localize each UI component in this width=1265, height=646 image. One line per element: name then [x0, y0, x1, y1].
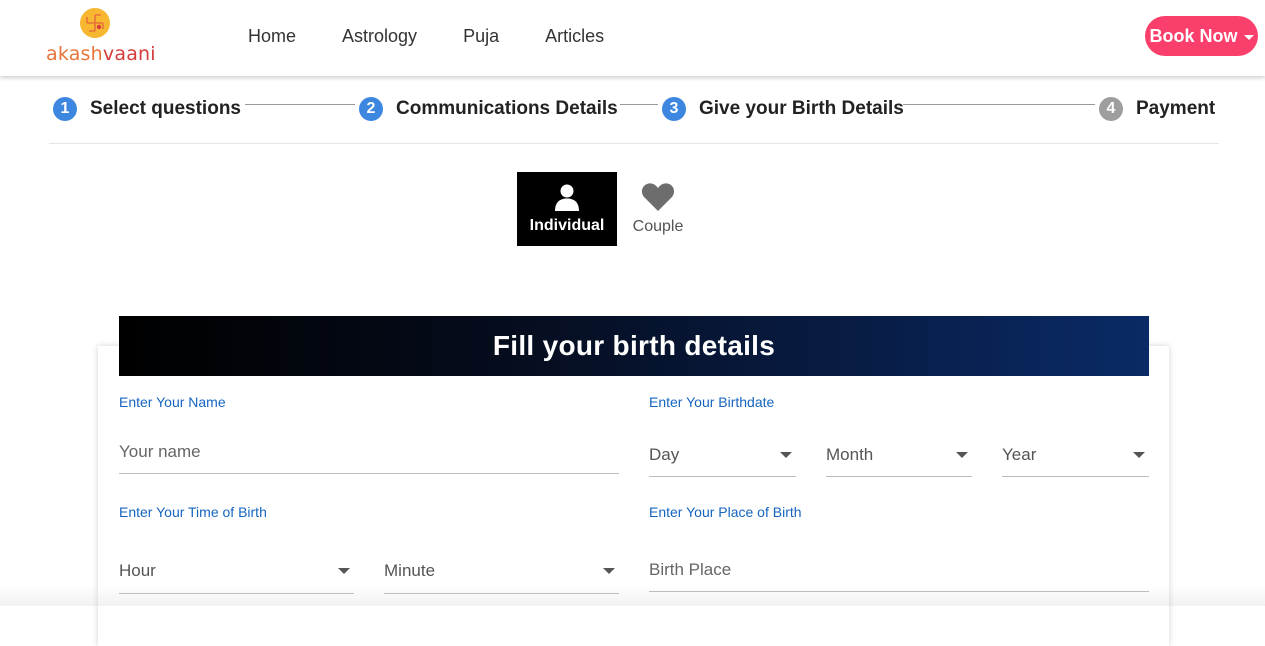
hour-select[interactable]: Hour	[119, 549, 354, 594]
couple-label: Couple	[632, 218, 684, 235]
step-communications-details[interactable]: 2 Communications Details	[359, 97, 618, 121]
step-label: Communications Details	[396, 98, 618, 119]
top-header: akashvaani Home Astrology Puja Articles …	[0, 0, 1265, 76]
step-number: 3	[662, 97, 686, 121]
day-select[interactable]: Day	[649, 433, 796, 477]
couple-toggle[interactable]: Couple	[623, 172, 693, 246]
year-select-value: Year	[1002, 444, 1037, 464]
brand-name-part1: akash	[46, 43, 103, 65]
month-select[interactable]: Month	[826, 433, 972, 477]
step-birth-details[interactable]: 3 Give your Birth Details	[662, 97, 904, 121]
step-number: 1	[53, 97, 77, 121]
step-connector	[620, 104, 658, 105]
brand-name: akashvaani	[46, 43, 156, 65]
brand-name-part2: vaani	[102, 43, 156, 65]
main-nav: Home Astrology Puja Articles	[248, 24, 650, 48]
hour-select-value: Hour	[119, 561, 156, 580]
step-label: Select questions	[90, 98, 241, 119]
birthdate-label: Enter Your Birthdate	[649, 394, 775, 410]
step-number: 4	[1099, 97, 1123, 121]
step-number: 2	[359, 97, 383, 121]
brand-logo[interactable]: akashvaani	[46, 8, 156, 68]
form-title: Fill your birth details	[492, 330, 776, 361]
name-label: Enter Your Name	[119, 394, 226, 410]
book-now-button[interactable]: Book Now	[1145, 16, 1258, 56]
name-field	[119, 431, 619, 474]
year-select[interactable]: Year	[1002, 433, 1149, 477]
book-now-label: Book Now	[1149, 25, 1238, 46]
progress-stepper: 1 Select questions 2 Communications Deta…	[49, 92, 1219, 144]
dropdown-arrow-icon	[956, 451, 968, 458]
dropdown-arrow-icon	[1133, 451, 1145, 458]
step-connector	[903, 104, 1095, 105]
form-title-banner: Fill your birth details	[119, 316, 1149, 376]
dropdown-arrow-icon	[603, 568, 615, 574]
name-input[interactable]	[119, 431, 619, 473]
birth-place-field	[649, 549, 1149, 592]
nav-home[interactable]: Home	[248, 24, 296, 48]
step-label: Give your Birth Details	[699, 98, 904, 119]
swastik-logo-icon	[80, 8, 110, 38]
minute-select[interactable]: Minute	[384, 549, 619, 594]
individual-toggle[interactable]: Individual	[517, 172, 617, 246]
heart-icon	[641, 183, 675, 211]
step-payment[interactable]: 4 Payment	[1099, 97, 1215, 121]
time-of-birth-label: Enter Your Time of Birth	[119, 504, 267, 520]
dropdown-arrow-icon	[338, 568, 350, 574]
nav-astrology[interactable]: Astrology	[342, 24, 417, 48]
dropdown-arrow-icon	[780, 451, 792, 458]
individual-label: Individual	[529, 217, 605, 234]
step-select-questions[interactable]: 1 Select questions	[53, 97, 241, 121]
step-connector	[245, 104, 355, 105]
birth-details-card	[98, 346, 1169, 646]
place-of-birth-label: Enter Your Place of Birth	[649, 504, 802, 520]
nav-puja[interactable]: Puja	[463, 24, 499, 48]
person-icon	[555, 184, 579, 211]
birth-place-input[interactable]	[649, 549, 1149, 591]
step-label: Payment	[1136, 98, 1216, 119]
caret-down-icon	[1243, 34, 1254, 40]
day-select-value: Day	[649, 444, 680, 464]
month-select-value: Month	[826, 444, 874, 464]
nav-articles[interactable]: Articles	[545, 24, 604, 48]
minute-select-value: Minute	[384, 561, 436, 580]
